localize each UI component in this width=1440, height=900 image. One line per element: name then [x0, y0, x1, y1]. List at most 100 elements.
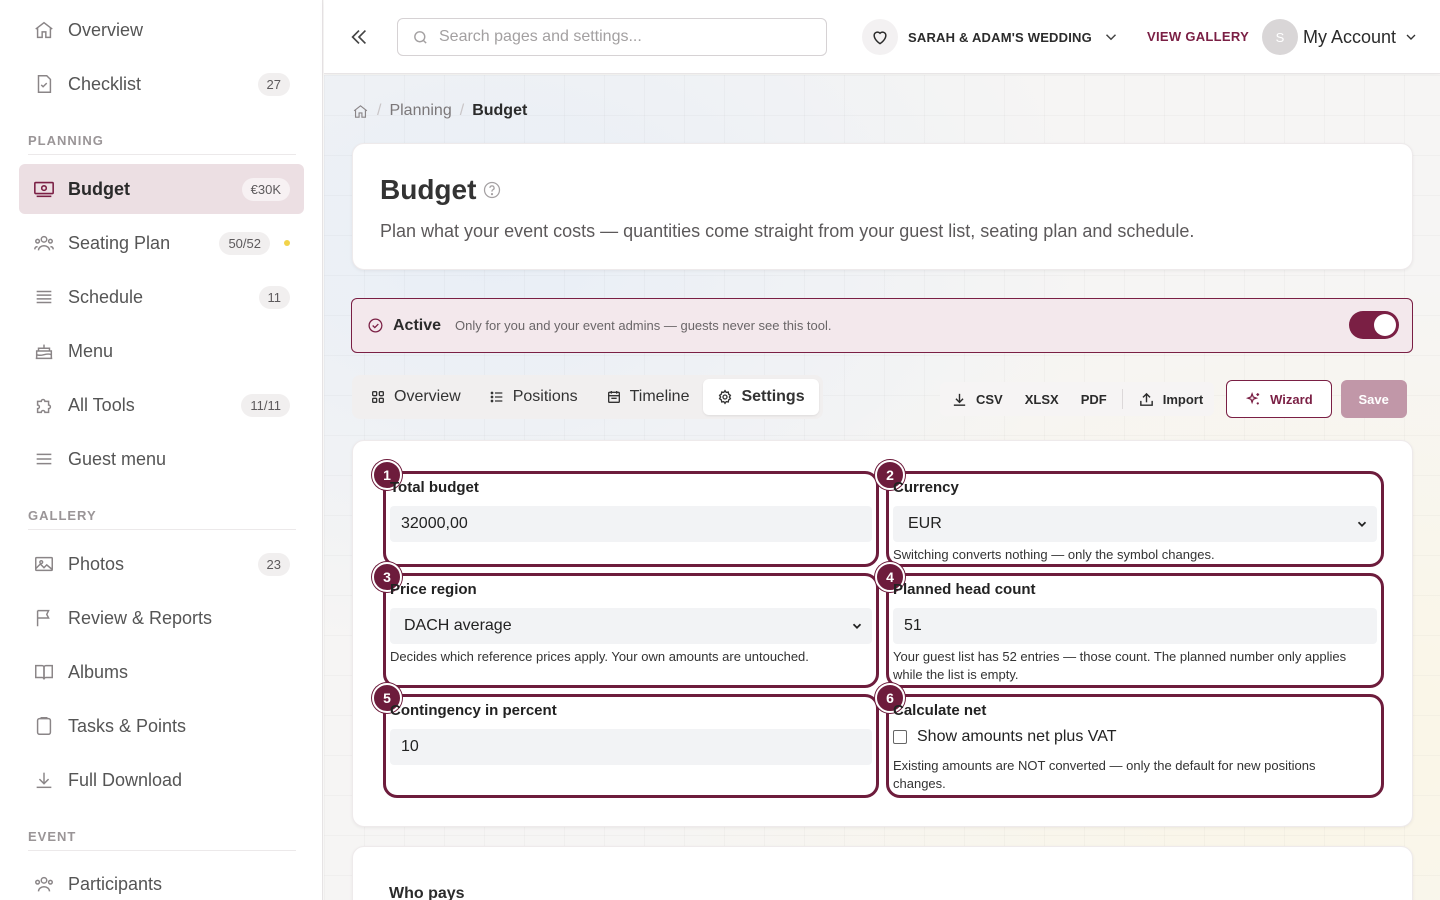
heart-icon [862, 19, 898, 55]
book-icon [33, 661, 55, 683]
active-toggle[interactable] [1349, 311, 1399, 339]
section-title-event: EVENT [28, 829, 77, 844]
event-selector[interactable]: SARAH & ADAM'S WEDDING [862, 18, 1120, 56]
sidebar-item-label: All Tools [68, 394, 135, 415]
page-header-card: Budget Plan what your event costs — quan… [352, 143, 1413, 270]
field-currency: 2 Currency EUR Switching converts nothin… [875, 460, 1384, 567]
sidebar-item-label: Budget [68, 178, 130, 199]
export-xlsx-button[interactable]: XLSX [1014, 382, 1070, 416]
sidebar-item-overview[interactable]: Overview [19, 5, 304, 55]
search-input[interactable] [439, 28, 809, 46]
count-badge: 27 [257, 72, 290, 96]
export-csv-button[interactable]: CSV [940, 382, 1014, 416]
sidebar-item-full-download[interactable]: Full Download [19, 755, 304, 805]
page-title: Budget [380, 174, 477, 205]
collapse-sidebar-icon[interactable] [344, 22, 374, 52]
field-help: Decides which reference prices apply. Yo… [390, 649, 809, 664]
field-calculate-net: 6 Calculate net Show amounts net plus VA… [875, 683, 1384, 798]
breadcrumb-separator: / [377, 102, 382, 119]
home-icon [33, 19, 55, 41]
contingency-input[interactable]: 10 [390, 729, 872, 765]
count-badge: 11/11 [241, 393, 290, 417]
action-toolbar: CSV XLSX PDF Import Wizard Save [940, 380, 1407, 418]
chevron-down-icon [1403, 29, 1419, 45]
sidebar-item-photos[interactable]: Photos 23 [19, 539, 304, 589]
tab-label: Positions [512, 388, 578, 405]
net-vat-checkbox[interactable] [893, 730, 907, 744]
export-pdf-button[interactable]: PDF [1070, 382, 1118, 416]
sidebar-item-checklist[interactable]: Checklist 27 [19, 59, 304, 109]
who-pays-card: Who pays [352, 846, 1413, 900]
field-contingency: 5 Contingency in percent 10 [372, 683, 879, 798]
tab-bar: Overview Positions Timeline Settings [352, 375, 823, 419]
status-dot [284, 240, 290, 246]
schedule-icon [33, 286, 55, 308]
tab-label: Timeline [629, 388, 690, 405]
flag-icon [33, 607, 55, 629]
toggle-knob [1374, 314, 1396, 336]
sidebar-item-label: Menu [68, 340, 114, 361]
view-gallery-link[interactable]: VIEW GALLERY [1147, 29, 1249, 44]
count-badge: 50/52 [219, 231, 270, 255]
upload-icon [1138, 391, 1155, 408]
sidebar-item-tasks-points[interactable]: Tasks & Points [19, 701, 304, 751]
main-content: / Planning / Budget Budget Plan what you… [324, 75, 1440, 900]
breadcrumb: / Planning / Budget [352, 102, 527, 120]
checklist-icon [33, 73, 55, 95]
check-circle-icon [367, 317, 384, 334]
net-vat-checkbox-row[interactable]: Show amounts net plus VAT [893, 728, 1117, 746]
home-icon[interactable] [352, 103, 369, 120]
page-description: Plan what your event costs — quantities … [380, 221, 1195, 241]
select-value: EUR [908, 515, 942, 532]
sidebar-item-budget[interactable]: Budget €30K [19, 164, 304, 214]
tab-label: Settings [741, 388, 805, 405]
wizard-button[interactable]: Wizard [1226, 380, 1332, 418]
total-budget-input[interactable]: 32000,00 [390, 506, 872, 542]
chevron-down-icon [1355, 517, 1369, 531]
list-icon [489, 389, 505, 405]
tab-overview[interactable]: Overview [356, 379, 475, 415]
sidebar-item-menu[interactable]: Menu [19, 326, 304, 376]
calendar-icon [606, 389, 622, 405]
price-region-select[interactable]: DACH average [390, 608, 872, 644]
hamburger-icon [33, 448, 55, 470]
field-label: Contingency in percent [390, 702, 557, 719]
section-divider [28, 154, 296, 155]
field-help: Switching converts nothing — only the sy… [893, 547, 1215, 562]
save-button[interactable]: Save [1340, 380, 1407, 418]
tab-settings[interactable]: Settings [703, 379, 819, 415]
event-name: SARAH & ADAM'S WEDDING [908, 29, 1092, 45]
breadcrumb-planning[interactable]: Planning [389, 102, 451, 120]
currency-select[interactable]: EUR [893, 506, 1377, 542]
section-divider [28, 529, 296, 530]
sidebar-item-label: Tasks & Points [68, 715, 187, 736]
active-label: Active [393, 316, 442, 334]
section-title-gallery: GALLERY [28, 508, 97, 523]
sidebar-item-all-tools[interactable]: All Tools 11/11 [19, 380, 304, 430]
search-box[interactable] [397, 18, 827, 56]
sidebar-item-label: Albums [68, 661, 129, 682]
head-count-input[interactable]: 51 [893, 608, 1377, 644]
active-status-bar: Active Only for you and your event admin… [351, 298, 1413, 353]
sidebar-item-review-reports[interactable]: Review & Reports [19, 593, 304, 643]
field-head-count: 4 Planned head count 51 Your guest list … [875, 562, 1384, 688]
account-menu[interactable]: S My Account [1262, 19, 1419, 55]
tab-timeline[interactable]: Timeline [592, 379, 704, 415]
help-icon[interactable] [482, 180, 502, 205]
sidebar-item-albums[interactable]: Albums [19, 647, 304, 697]
count-badge: 11 [258, 285, 290, 309]
field-help: Your guest list has 52 entries — those c… [893, 649, 1347, 682]
sidebar-item-label: Review & Reports [68, 607, 213, 628]
field-label: Currency [893, 479, 959, 496]
sidebar-item-schedule[interactable]: Schedule 11 [19, 272, 304, 322]
tab-positions[interactable]: Positions [475, 379, 592, 415]
import-button[interactable]: Import [1127, 382, 1214, 416]
export-group: CSV XLSX PDF Import [940, 382, 1215, 416]
topbar: SARAH & ADAM'S WEDDING VIEW GALLERY S My… [324, 0, 1440, 74]
import-label: Import [1162, 391, 1204, 407]
sidebar-item-participants[interactable]: Participants [19, 859, 304, 900]
sidebar-item-seating-plan[interactable]: Seating Plan 50/52 [19, 218, 304, 268]
sidebar-item-guest-menu[interactable]: Guest menu [19, 434, 304, 484]
download-icon [951, 391, 968, 408]
account-label: My Account [1303, 26, 1397, 47]
